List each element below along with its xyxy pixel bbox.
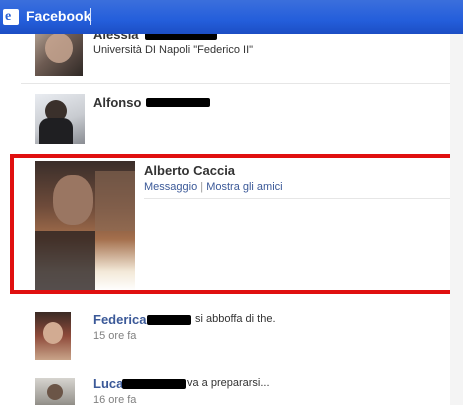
list-item: Alessia Università DI Napoli "Federico I… <box>0 34 450 84</box>
redaction-bar <box>145 34 217 40</box>
redaction-bar <box>122 379 186 389</box>
ie-icon: e <box>3 9 19 25</box>
status-text: va a prepararsi... <box>187 377 270 389</box>
friend-name[interactable]: Federica <box>93 312 146 327</box>
friend-name[interactable]: Alfonso <box>93 95 141 110</box>
friends-list: Alessia Università DI Napoli "Federico I… <box>0 34 463 405</box>
highlight-box <box>10 154 459 294</box>
friend-name[interactable]: Luca <box>93 376 123 391</box>
timestamp: 15 ore fa <box>93 330 137 342</box>
list-item: Federica si abboffa di the. 15 ore fa <box>0 308 450 364</box>
divider <box>21 83 450 84</box>
window-title: Facebook <box>26 8 92 24</box>
friend-name[interactable]: Alessia <box>93 34 139 42</box>
avatar[interactable] <box>35 312 71 360</box>
avatar[interactable] <box>35 94 85 144</box>
avatar[interactable] <box>35 378 75 405</box>
timestamp: 16 ore fa <box>93 394 137 405</box>
list-item: Luca va a prepararsi... 16 ore fa <box>0 372 450 405</box>
list-item: Alfonso <box>0 94 450 150</box>
avatar[interactable] <box>35 34 83 76</box>
window-titlebar: e Facebook <box>0 0 463 34</box>
redaction-bar <box>146 98 210 107</box>
redaction-bar <box>147 315 191 325</box>
status-text: si abboffa di the. <box>195 313 276 325</box>
title-separator <box>90 8 91 25</box>
friend-detail: Università DI Napoli "Federico II" <box>93 44 254 56</box>
scrollbar[interactable] <box>450 34 463 405</box>
